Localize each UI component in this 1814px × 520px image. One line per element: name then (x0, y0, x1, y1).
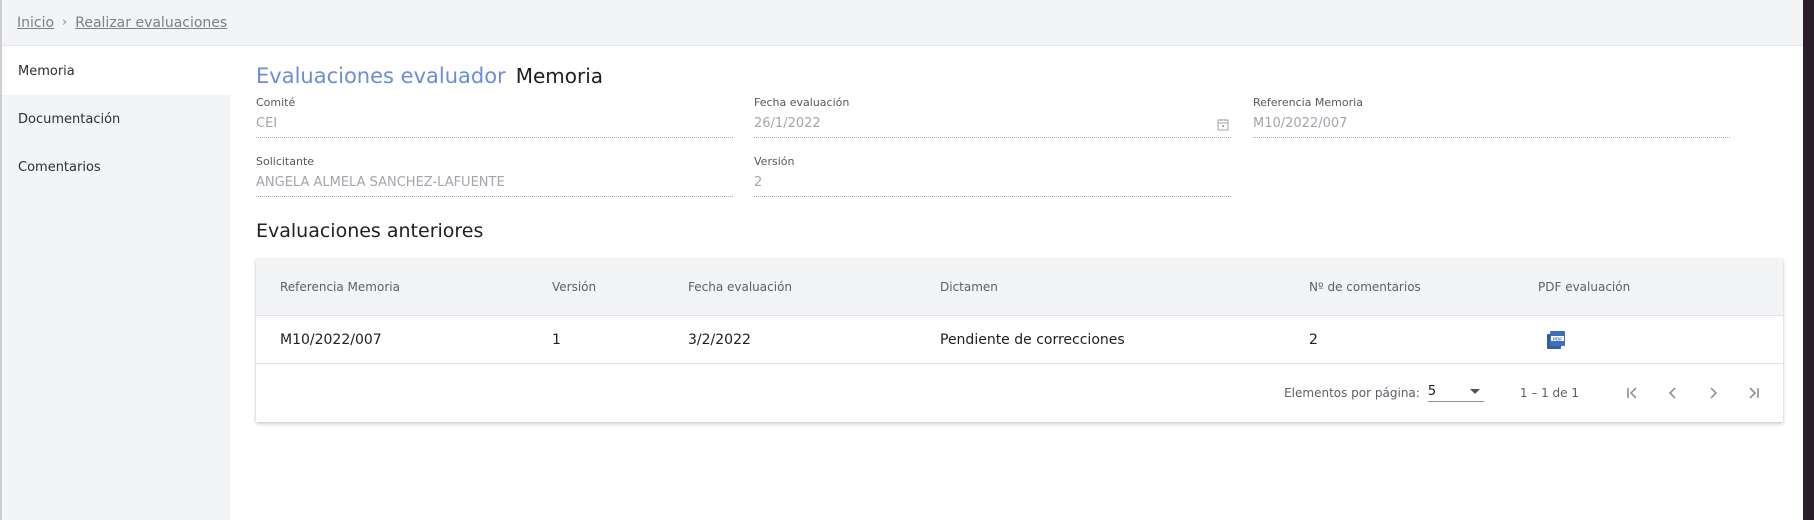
calendar-icon (1217, 119, 1229, 131)
solicitante-value: ANGELA ALMELA SANCHEZ-LAFUENTE (256, 175, 733, 197)
cell-pdf: PDF (1538, 330, 1783, 350)
table-row: M10/2022/007 1 3/2/2022 Pendiente de cor… (256, 316, 1783, 364)
svg-text:PDF: PDF (1553, 336, 1562, 341)
referencia-memoria-field: Referencia Memoria M10/2022/007 (1253, 96, 1730, 138)
evaluations-table: Referencia Memoria Versión Fecha evaluac… (256, 259, 1783, 422)
referencia-memoria-label: Referencia Memoria (1253, 96, 1363, 109)
chevron-left-icon (1668, 387, 1676, 399)
page-range-label: 1 – 1 de 1 (1519, 386, 1579, 400)
fecha-evaluacion-value: 26/1/2022 (754, 116, 1231, 138)
version-label: Versión (754, 155, 795, 168)
memoria-form: Comité CEI Fecha evaluación 26/1/2022 Re… (256, 96, 1775, 216)
table-header: Referencia Memoria Versión Fecha evaluac… (256, 259, 1783, 316)
pdf-icon[interactable]: PDF (1546, 330, 1566, 350)
previous-page-button[interactable] (1653, 373, 1693, 413)
sidebar-item-comentarios[interactable]: Comentarios (2, 143, 230, 191)
chevron-right-icon (1710, 387, 1718, 399)
fecha-evaluacion-field: Fecha evaluación 26/1/2022 (754, 96, 1231, 138)
main-content: Evaluaciones evaluador Memoria Comité CE… (256, 47, 1783, 422)
comite-field: Comité CEI (256, 96, 733, 138)
sidebar-item-documentacion[interactable]: Documentación (2, 95, 230, 143)
page-title-main: Evaluaciones evaluador (256, 64, 506, 88)
referencia-memoria-value: M10/2022/007 (1253, 116, 1730, 138)
app-window: Inicio › Realizar evaluaciones Memoria D… (0, 0, 1803, 520)
cell-dictamen: Pendiente de correcciones (940, 331, 1125, 348)
first-page-icon (1627, 387, 1637, 399)
column-header-pdf: PDF evaluación (1538, 280, 1631, 294)
solicitante-label: Solicitante (256, 155, 315, 168)
column-header-version: Versión (552, 280, 597, 294)
paginator: Elementos por página: 5 1 – 1 de 1 (256, 364, 1783, 422)
first-page-button[interactable] (1613, 373, 1653, 413)
last-page-button[interactable] (1733, 373, 1773, 413)
version-field: Versión 2 (754, 155, 1231, 197)
column-header-comentarios: Nº de comentarios (1309, 280, 1421, 294)
last-page-icon (1749, 387, 1759, 399)
breadcrumb-separator: › (62, 15, 68, 30)
page-title: Evaluaciones evaluador Memoria (256, 64, 1775, 88)
column-header-fecha: Fecha evaluación (688, 280, 793, 294)
fecha-evaluacion-label: Fecha evaluación (754, 96, 850, 109)
version-value: 2 (754, 175, 1231, 197)
cell-fecha: 3/2/2022 (688, 331, 751, 348)
items-per-page-label: Elementos por página: (1284, 386, 1420, 400)
sidebar-item-label: Memoria (18, 63, 75, 79)
breadcrumb-current-link[interactable]: Realizar evaluaciones (75, 15, 227, 31)
sidebar-item-label: Comentarios (18, 159, 101, 175)
breadcrumb: Inicio › Realizar evaluaciones (2, 0, 1803, 46)
column-header-dictamen: Dictamen (940, 280, 998, 294)
cell-comentarios: 2 (1309, 331, 1318, 348)
cell-referencia: M10/2022/007 (280, 331, 382, 348)
chevron-down-icon (1469, 389, 1480, 394)
cell-version: 1 (552, 331, 561, 348)
section-title: Evaluaciones anteriores (256, 220, 484, 242)
breadcrumb-home-link[interactable]: Inicio (17, 15, 54, 31)
comite-value: CEI (256, 116, 733, 138)
sidebar-item-memoria[interactable]: Memoria (2, 47, 230, 95)
column-header-referencia: Referencia Memoria (280, 280, 400, 294)
next-page-button[interactable] (1693, 373, 1733, 413)
fecha-evaluacion-text: 26/1/2022 (754, 116, 821, 131)
sidebar: Memoria Documentación Comentarios (2, 47, 230, 520)
page-size-select[interactable]: 5 (1427, 384, 1484, 402)
page-title-sub: Memoria (515, 64, 604, 88)
sidebar-item-label: Documentación (18, 111, 121, 127)
solicitante-field: Solicitante ANGELA ALMELA SANCHEZ-LAFUEN… (256, 155, 733, 197)
page-size-value: 5 (1427, 384, 1437, 399)
comite-label: Comité (256, 96, 296, 109)
